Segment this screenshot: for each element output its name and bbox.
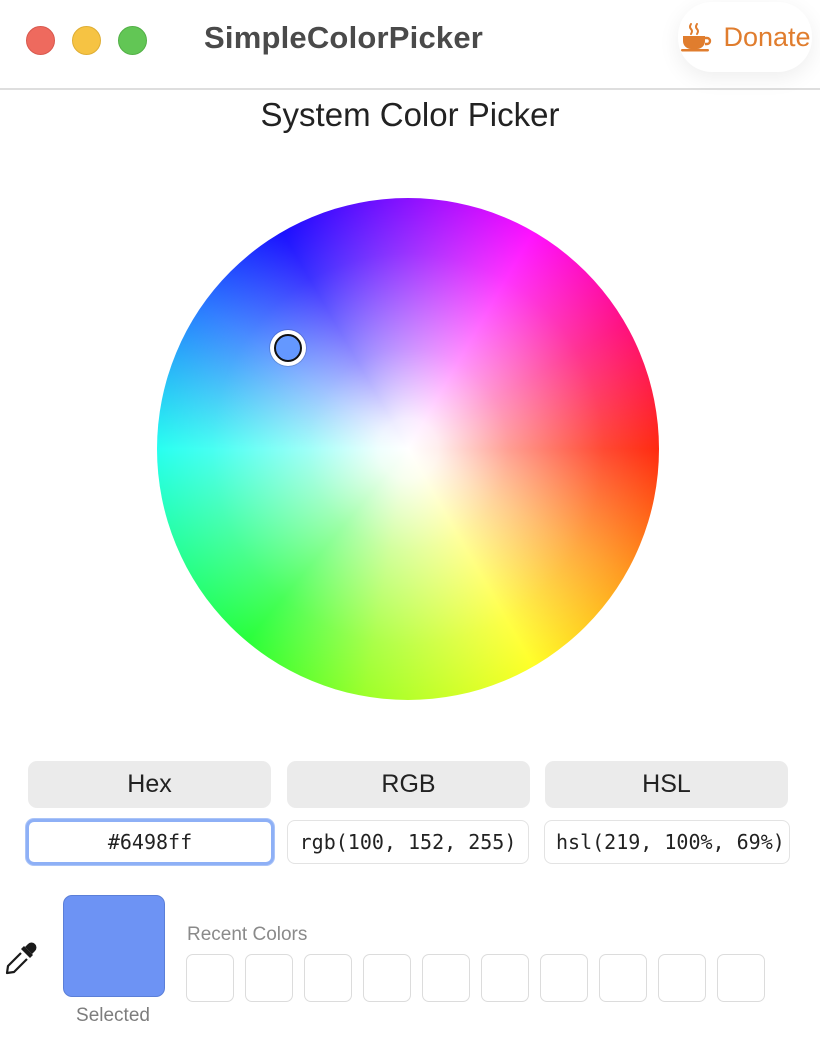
hsl-value-field[interactable]: hsl(219, 100%, 69%) (544, 820, 790, 864)
selected-color-swatch[interactable] (63, 895, 165, 997)
recent-color-slot[interactable] (540, 954, 588, 1002)
donate-button[interactable]: Donate (678, 2, 812, 72)
recent-color-slot[interactable] (599, 954, 647, 1002)
title-bar: SimpleColorPicker Donate (0, 0, 820, 90)
color-wheel-thumb[interactable] (274, 334, 302, 362)
zoom-button[interactable] (118, 26, 147, 55)
coffee-cup-icon (681, 23, 712, 52)
rgb-value-field[interactable]: rgb(100, 152, 255) (287, 820, 529, 864)
color-wheel-saturation (157, 198, 659, 700)
selected-label: Selected (76, 1005, 150, 1026)
hex-value-field[interactable]: #6498ff (26, 819, 274, 865)
donate-label: Donate (723, 21, 811, 52)
close-button[interactable] (26, 26, 55, 55)
recent-color-slot[interactable] (658, 954, 706, 1002)
hex-format-button[interactable]: Hex (28, 761, 271, 808)
rgb-format-button[interactable]: RGB (287, 761, 530, 808)
color-wheel[interactable] (157, 198, 659, 700)
recent-colors-list (186, 954, 765, 1002)
recent-color-slot[interactable] (245, 954, 293, 1002)
recent-color-slot[interactable] (481, 954, 529, 1002)
picker-title: System Color Picker (260, 96, 560, 133)
minimize-button[interactable] (72, 26, 101, 55)
recent-color-slot[interactable] (304, 954, 352, 1002)
recent-colors-label: Recent Colors (187, 924, 308, 945)
window-title: SimpleColorPicker (204, 20, 484, 55)
recent-color-slot[interactable] (717, 954, 765, 1002)
recent-color-slot[interactable] (363, 954, 411, 1002)
hsl-format-button[interactable]: HSL (545, 761, 788, 808)
recent-color-slot[interactable] (186, 954, 234, 1002)
eyedropper-icon[interactable] (4, 942, 38, 978)
recent-color-slot[interactable] (422, 954, 470, 1002)
